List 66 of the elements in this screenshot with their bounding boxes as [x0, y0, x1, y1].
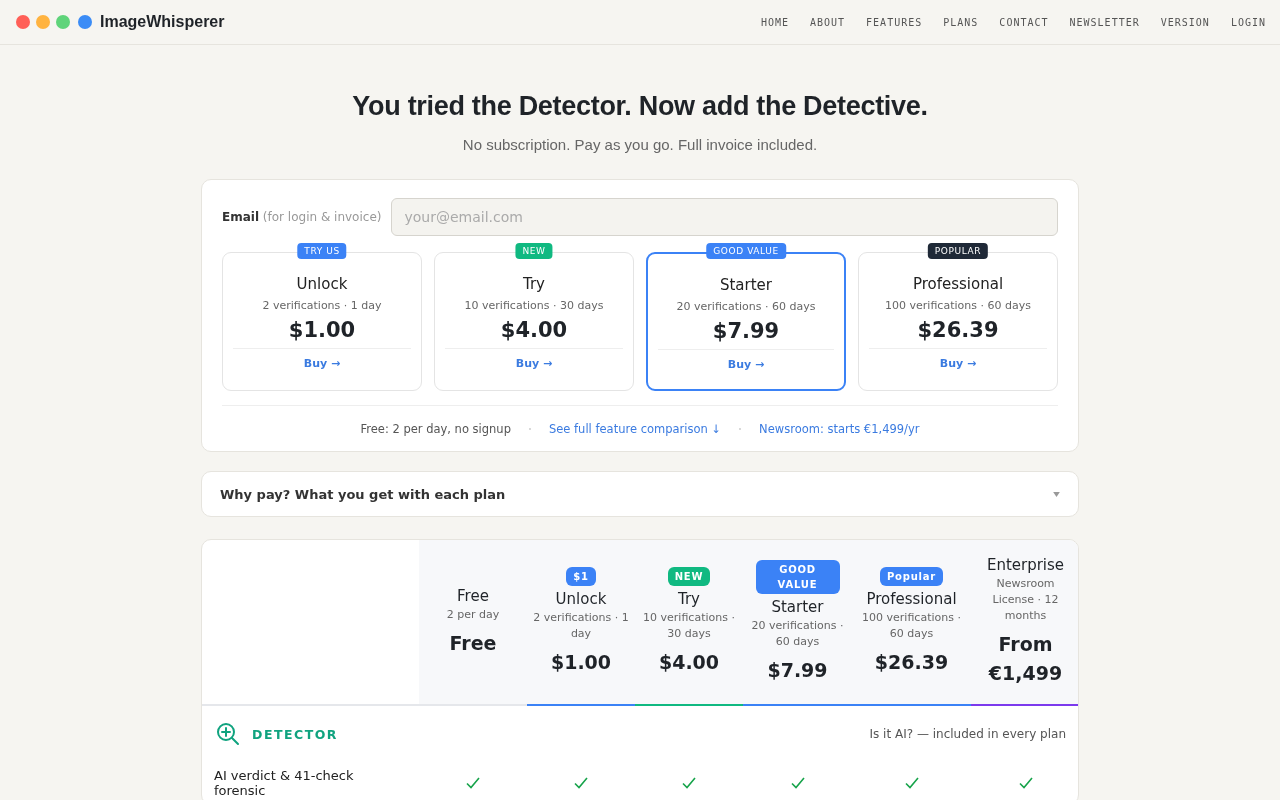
- plan-name: Professional: [866, 590, 957, 608]
- plan-badge: TRY US: [297, 243, 347, 259]
- plan-badge: NEW: [667, 567, 711, 586]
- plan-price: $1.00: [288, 318, 356, 342]
- plan-price: $7.99: [767, 657, 828, 683]
- section-title: DETECTOR: [252, 726, 338, 742]
- plan-badge: NEW: [515, 243, 553, 259]
- plan-detail: 2 per day: [446, 606, 500, 623]
- email-field[interactable]: your@email.com: [391, 198, 1058, 236]
- plan-name: Try: [678, 590, 700, 608]
- plan-name: Try: [523, 275, 545, 293]
- nav-link[interactable]: ABOUT: [809, 16, 846, 28]
- nav-link[interactable]: VERSION: [1160, 16, 1210, 28]
- plan-price: $1.00: [550, 650, 612, 675]
- plan-name: Unlock: [555, 590, 607, 608]
- plan-detail: Newsroom License · 12 months: [991, 576, 1060, 624]
- accordion-title: Why pay? What you get with each plan: [220, 486, 506, 502]
- plan-price: $26.39: [874, 650, 949, 675]
- plan-price: $4.00: [658, 650, 720, 675]
- plan-price: $7.99: [712, 319, 780, 343]
- nav-link[interactable]: NEWSLETTER: [1069, 16, 1140, 28]
- section-note: Is it AI? — included in every plan: [869, 727, 1066, 741]
- plan-badge: Popular: [879, 567, 944, 586]
- plan-name: Free: [457, 586, 489, 605]
- plan-detail: 10 verifications · 30 days: [464, 299, 604, 312]
- plan-detail: 100 verifications · 60 days: [885, 299, 1031, 312]
- plan-price: Free: [449, 630, 497, 656]
- page-title: You tried the Detector. Now add the Detective.: [352, 91, 928, 122]
- page-subtitle: No subscription. Pay as you go. Full invoice included.: [462, 136, 818, 153]
- plan-price: $4.00: [500, 318, 568, 342]
- footer-link[interactable]: See full feature comparison ↓: [548, 421, 722, 436]
- footer-text: Free: 2 per day, no signup: [360, 421, 511, 436]
- plan-detail: 2 verifications · 1 day: [262, 299, 382, 312]
- buy-link[interactable]: Buy →: [939, 357, 977, 370]
- plan-badge: GOOD VALUE: [706, 243, 786, 259]
- plan-price: From €1,499: [987, 632, 1064, 686]
- brand-name[interactable]: ImageWhisperer: [100, 13, 225, 31]
- plan-price: $26.39: [917, 318, 999, 342]
- plan-name: Professional: [912, 275, 1004, 293]
- feature-label: AI verdict & 41-check forensic: [213, 767, 355, 800]
- plan-name: Enterprise: [986, 556, 1065, 574]
- plan-detail: 10 verifications · 30 days: [642, 610, 736, 642]
- plan-name: Unlock: [296, 275, 348, 293]
- nav-link[interactable]: HOME: [760, 16, 789, 28]
- plan-badge: POPULAR: [927, 243, 989, 259]
- nav-link[interactable]: FEATURES: [866, 16, 923, 28]
- plan-detail: 2 verifications · 1 day: [533, 610, 629, 642]
- nav-link[interactable]: CONTACT: [999, 16, 1049, 28]
- plan-name: Starter: [719, 276, 772, 294]
- magnifier-plus-icon: [216, 722, 240, 746]
- plan-name: Starter: [771, 597, 824, 616]
- buy-link[interactable]: Buy →: [303, 357, 341, 370]
- footer-link[interactable]: Newsroom: starts €1,499/yr: [759, 421, 920, 436]
- email-label: Email (for login & invoice): [222, 210, 382, 224]
- nav-link[interactable]: LOGIN: [1230, 16, 1266, 28]
- nav-link[interactable]: PLANS: [943, 16, 979, 28]
- plan-detail: 20 verifications · 60 days: [750, 617, 845, 650]
- plan-badge: GOOD VALUE: [755, 559, 840, 594]
- caret-icon: [1053, 491, 1060, 497]
- dots-logo-icon: [16, 15, 92, 29]
- accordion-header[interactable]: Why pay? What you get with each plan: [201, 471, 1079, 517]
- buy-link[interactable]: Buy →: [727, 358, 765, 371]
- plan-detail: 20 verifications · 60 days: [676, 300, 816, 313]
- plan-badge: $1: [566, 567, 596, 586]
- plan-detail: 100 verifications · 60 days: [861, 610, 962, 642]
- buy-link[interactable]: Buy →: [515, 357, 553, 370]
